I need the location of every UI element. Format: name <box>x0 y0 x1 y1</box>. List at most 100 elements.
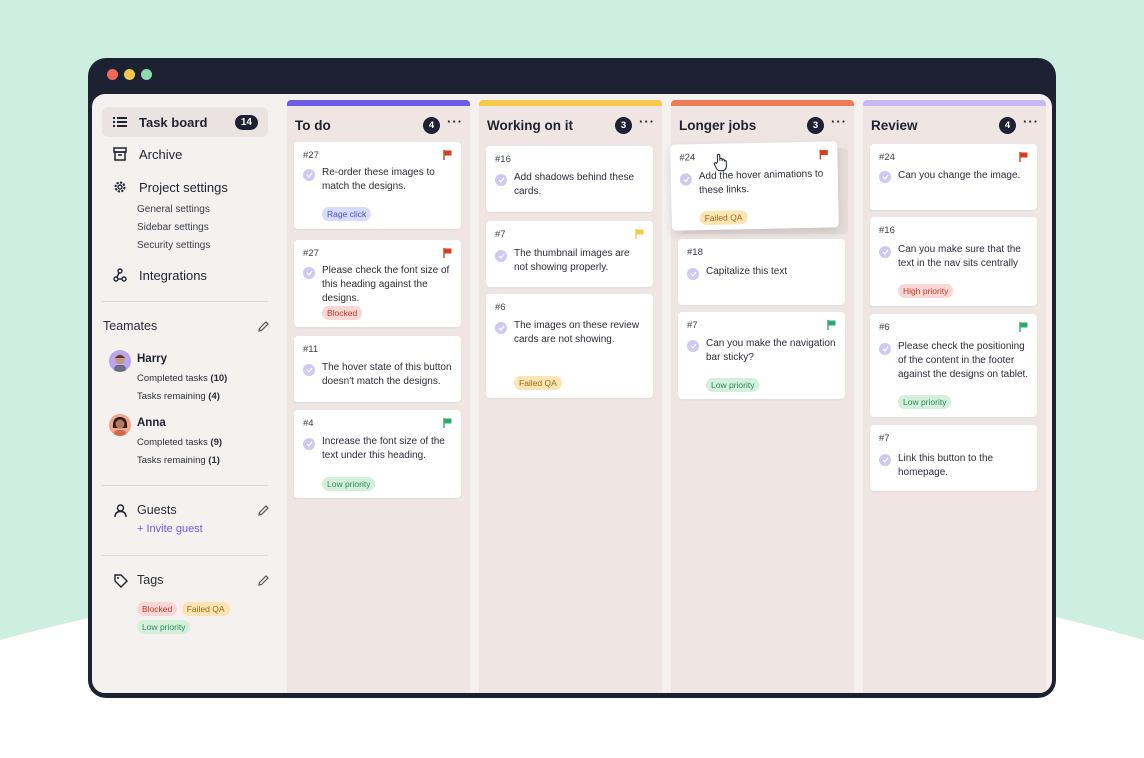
column-longer-jobs: Longer jobs 3 ··· #24 Add the hover anim… <box>670 100 854 693</box>
column-title: Review <box>871 118 918 133</box>
nav-archive[interactable]: Archive <box>102 139 268 169</box>
close-dot[interactable] <box>107 69 118 80</box>
tag-failed-qa[interactable]: Failed QA <box>699 210 748 226</box>
sidebar-settings-link[interactable]: Sidebar settings <box>137 222 209 233</box>
archive-icon <box>112 146 128 162</box>
card-text: Please check the font size of this headi… <box>322 265 450 304</box>
flag-icon <box>1019 152 1028 162</box>
tag-low-priority[interactable]: Low priority <box>137 620 191 634</box>
tag-low-priority[interactable]: Low priority <box>706 378 760 392</box>
checkbox-icon[interactable] <box>687 340 699 352</box>
card-id: #7 <box>687 320 698 331</box>
tag-low-priority[interactable]: Low priority <box>898 395 952 409</box>
column-color-bar <box>479 100 662 106</box>
checkbox-icon[interactable] <box>495 174 507 186</box>
task-card[interactable]: #18 Capitalize this text <box>678 239 845 305</box>
checkbox-icon[interactable] <box>879 171 891 183</box>
card-id: #27 <box>303 150 319 161</box>
checkbox-icon[interactable] <box>879 454 891 466</box>
checkbox-icon[interactable] <box>495 322 507 334</box>
task-card[interactable]: #7 Link this button to the homepage. <box>870 425 1037 491</box>
edit-tags-icon[interactable] <box>257 574 270 587</box>
teammate-completed: Completed tasks (9) <box>137 437 223 448</box>
more-options-icon[interactable]: ··· <box>831 114 847 129</box>
checkbox-icon[interactable] <box>303 438 315 450</box>
card-id: #16 <box>879 225 895 236</box>
guests-icon <box>114 504 127 518</box>
security-settings-link[interactable]: Security settings <box>137 240 210 251</box>
more-options-icon[interactable]: ··· <box>639 114 655 129</box>
card-id: #7 <box>879 433 890 444</box>
divider <box>102 485 268 486</box>
edit-teammates-icon[interactable] <box>257 320 270 333</box>
task-card[interactable]: #16 Add shadows behind these cards. <box>486 146 653 212</box>
task-card[interactable]: #24 Can you change the image. <box>870 144 1037 210</box>
tag-failed-qa[interactable]: Failed QA <box>514 376 562 390</box>
column-count-badge: 3 <box>615 117 632 134</box>
card-text: Can you change the image. <box>898 170 1021 181</box>
flag-icon <box>443 418 452 428</box>
dragged-task-card[interactable]: #24 Add the hover animations to these li… <box>670 141 839 231</box>
card-id: #24 <box>679 152 696 164</box>
checkbox-icon[interactable] <box>879 246 891 258</box>
app-window: Task board 14 Archive Project settings G… <box>88 58 1056 698</box>
tag-blocked[interactable]: Blocked <box>322 306 363 320</box>
card-id: #6 <box>495 302 506 313</box>
tag-failed-qa[interactable]: Failed QA <box>181 602 230 616</box>
nav-integrations[interactable]: Integrations <box>102 260 268 290</box>
card-id: #11 <box>303 344 319 355</box>
more-options-icon[interactable]: ··· <box>1023 114 1039 129</box>
nav-label: Integrations <box>139 267 207 283</box>
column-title: Working on it <box>487 118 573 133</box>
tag-rage-click[interactable]: Rage click <box>322 207 372 221</box>
task-card[interactable]: #6 The images on these review cards are … <box>486 294 653 398</box>
anna-avatar <box>109 414 131 436</box>
card-text: Link this button to the homepage. <box>898 453 994 478</box>
column-to-do: To do 4 ··· #27 Re-order these images to… <box>287 100 470 693</box>
tag-list: Blocked Failed QA <box>137 599 230 617</box>
teammates-title: Teamates <box>103 319 158 333</box>
column-color-bar <box>863 100 1046 106</box>
teammate-completed: Completed tasks (10) <box>137 373 228 384</box>
tag-high-priority[interactable]: High priority <box>898 284 954 298</box>
card-text: Can you make sure that the text in the n… <box>898 244 1021 269</box>
invite-guest-link[interactable]: + Invite guest <box>137 523 203 535</box>
task-card[interactable]: #11 The hover state of this button doesn… <box>294 336 461 402</box>
column-color-bar <box>671 100 854 106</box>
teammate-name: Harry <box>137 353 168 365</box>
task-card[interactable]: #6 Please check the positioning of the c… <box>870 314 1037 417</box>
more-options-icon[interactable]: ··· <box>447 114 463 129</box>
task-card[interactable]: #4 Increase the font size of the text un… <box>294 410 461 498</box>
checkbox-icon[interactable] <box>879 343 891 355</box>
card-id: #18 <box>687 247 703 258</box>
flag-icon <box>635 229 644 239</box>
divider <box>102 555 268 556</box>
task-card[interactable]: #27 Re-order these images to match the d… <box>294 142 461 229</box>
checkbox-icon[interactable] <box>303 267 315 279</box>
checkbox-icon[interactable] <box>303 169 315 181</box>
tag-blocked[interactable]: Blocked <box>137 602 178 616</box>
harry-avatar <box>109 350 131 372</box>
minimize-dot[interactable] <box>124 69 135 80</box>
task-card[interactable]: #7 Can you make the navigation bar stick… <box>678 312 845 399</box>
card-id: #6 <box>879 322 890 333</box>
checkbox-icon[interactable] <box>303 364 315 376</box>
nav-project-settings[interactable]: Project settings <box>102 172 268 202</box>
column-review: Review 4 ··· #24 Can you change the imag… <box>863 100 1046 693</box>
edit-guests-icon[interactable] <box>257 504 270 517</box>
tag-low-priority[interactable]: Low priority <box>322 477 376 491</box>
checkbox-icon[interactable] <box>495 250 507 262</box>
general-settings-link[interactable]: General settings <box>137 204 210 215</box>
task-card[interactable]: #27 Please check the font size of this h… <box>294 240 461 327</box>
maximize-dot[interactable] <box>141 69 152 80</box>
card-text: Re-order these images to match the desig… <box>322 167 435 192</box>
card-text: Add shadows behind these cards. <box>514 172 635 197</box>
checkbox-icon[interactable] <box>687 268 699 280</box>
card-text: Please check the positioning of the cont… <box>898 341 1029 380</box>
task-card[interactable]: #16 Can you make sure that the text in t… <box>870 217 1037 306</box>
list-icon <box>112 114 128 130</box>
checkbox-icon[interactable] <box>679 173 692 186</box>
task-card[interactable]: #7 The thumbnail images are not showing … <box>486 221 653 287</box>
window-controls <box>107 69 152 80</box>
nav-task-board[interactable]: Task board 14 <box>102 107 268 137</box>
